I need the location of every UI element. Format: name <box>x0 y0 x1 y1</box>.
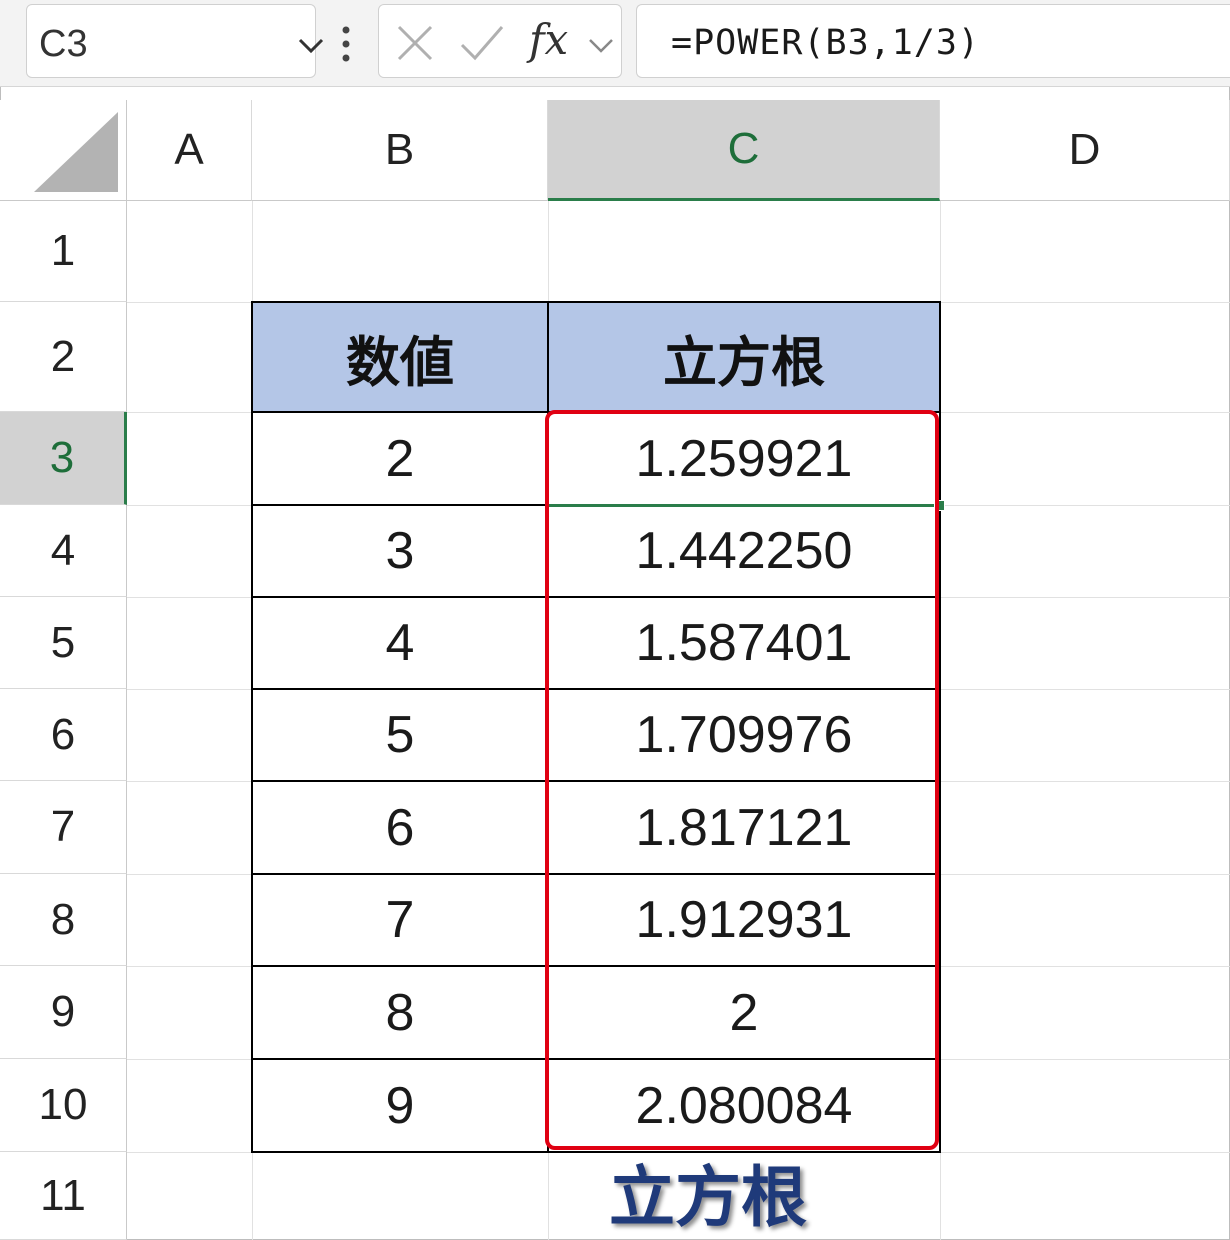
row-header-8[interactable]: 8 <box>0 874 127 966</box>
cancel-icon[interactable] <box>395 23 435 63</box>
column-header-b[interactable]: B <box>252 100 548 201</box>
caption-text: 立方根 <box>609 1159 807 1236</box>
chevron-down-icon[interactable] <box>297 37 325 55</box>
cell-b7[interactable]: 6 <box>252 781 548 874</box>
row-header-11[interactable]: 11 <box>0 1152 127 1240</box>
row-header-9[interactable]: 9 <box>0 966 127 1059</box>
row-header-3[interactable]: 3 <box>0 412 127 505</box>
row-header-4[interactable]: 4 <box>0 505 127 597</box>
cell-b4[interactable]: 3 <box>252 505 548 597</box>
chevron-down-icon[interactable] <box>587 37 615 55</box>
table-border <box>251 301 253 1153</box>
column-header-c[interactable]: C <box>548 100 940 201</box>
more-options-icon[interactable] <box>338 24 354 64</box>
cell-b5[interactable]: 4 <box>252 597 548 689</box>
table-header-cube-root[interactable]: 立方根 <box>548 302 940 412</box>
cell-b8[interactable]: 7 <box>252 874 548 966</box>
cell-b10[interactable]: 9 <box>252 1059 548 1152</box>
highlight-box <box>545 410 939 1150</box>
column-header-d[interactable]: D <box>940 100 1230 201</box>
table-header-number[interactable]: 数値 <box>252 302 548 412</box>
row-header-10[interactable]: 10 <box>0 1059 127 1152</box>
formula-input[interactable]: =POWER(B3,1/3) <box>636 4 1230 78</box>
formula-text: =POWER(B3,1/3) <box>671 23 981 63</box>
row-header-5[interactable]: 5 <box>0 597 127 689</box>
row-header-2[interactable]: 2 <box>0 302 127 412</box>
formula-bar: C3 fx =POWER(B3,1/3) <box>0 0 1230 87</box>
column-header-a[interactable]: A <box>127 100 252 201</box>
name-box-value: C3 <box>39 23 88 65</box>
row-header-7[interactable]: 7 <box>0 781 127 874</box>
table-border <box>251 1151 941 1153</box>
cell-b6[interactable]: 5 <box>252 689 548 781</box>
insert-function-icon[interactable]: fx <box>529 15 568 64</box>
name-box[interactable]: C3 <box>26 4 324 78</box>
row-header-1[interactable]: 1 <box>0 201 127 302</box>
row-header-6[interactable]: 6 <box>0 689 127 781</box>
select-all-triangle-icon <box>34 112 118 192</box>
cell-b9[interactable]: 8 <box>252 966 548 1059</box>
formula-controls: fx <box>378 4 622 78</box>
select-all-corner[interactable] <box>0 100 127 201</box>
cell-b3[interactable]: 2 <box>252 412 548 505</box>
enter-check-icon[interactable] <box>459 23 505 63</box>
table-border <box>251 301 941 303</box>
